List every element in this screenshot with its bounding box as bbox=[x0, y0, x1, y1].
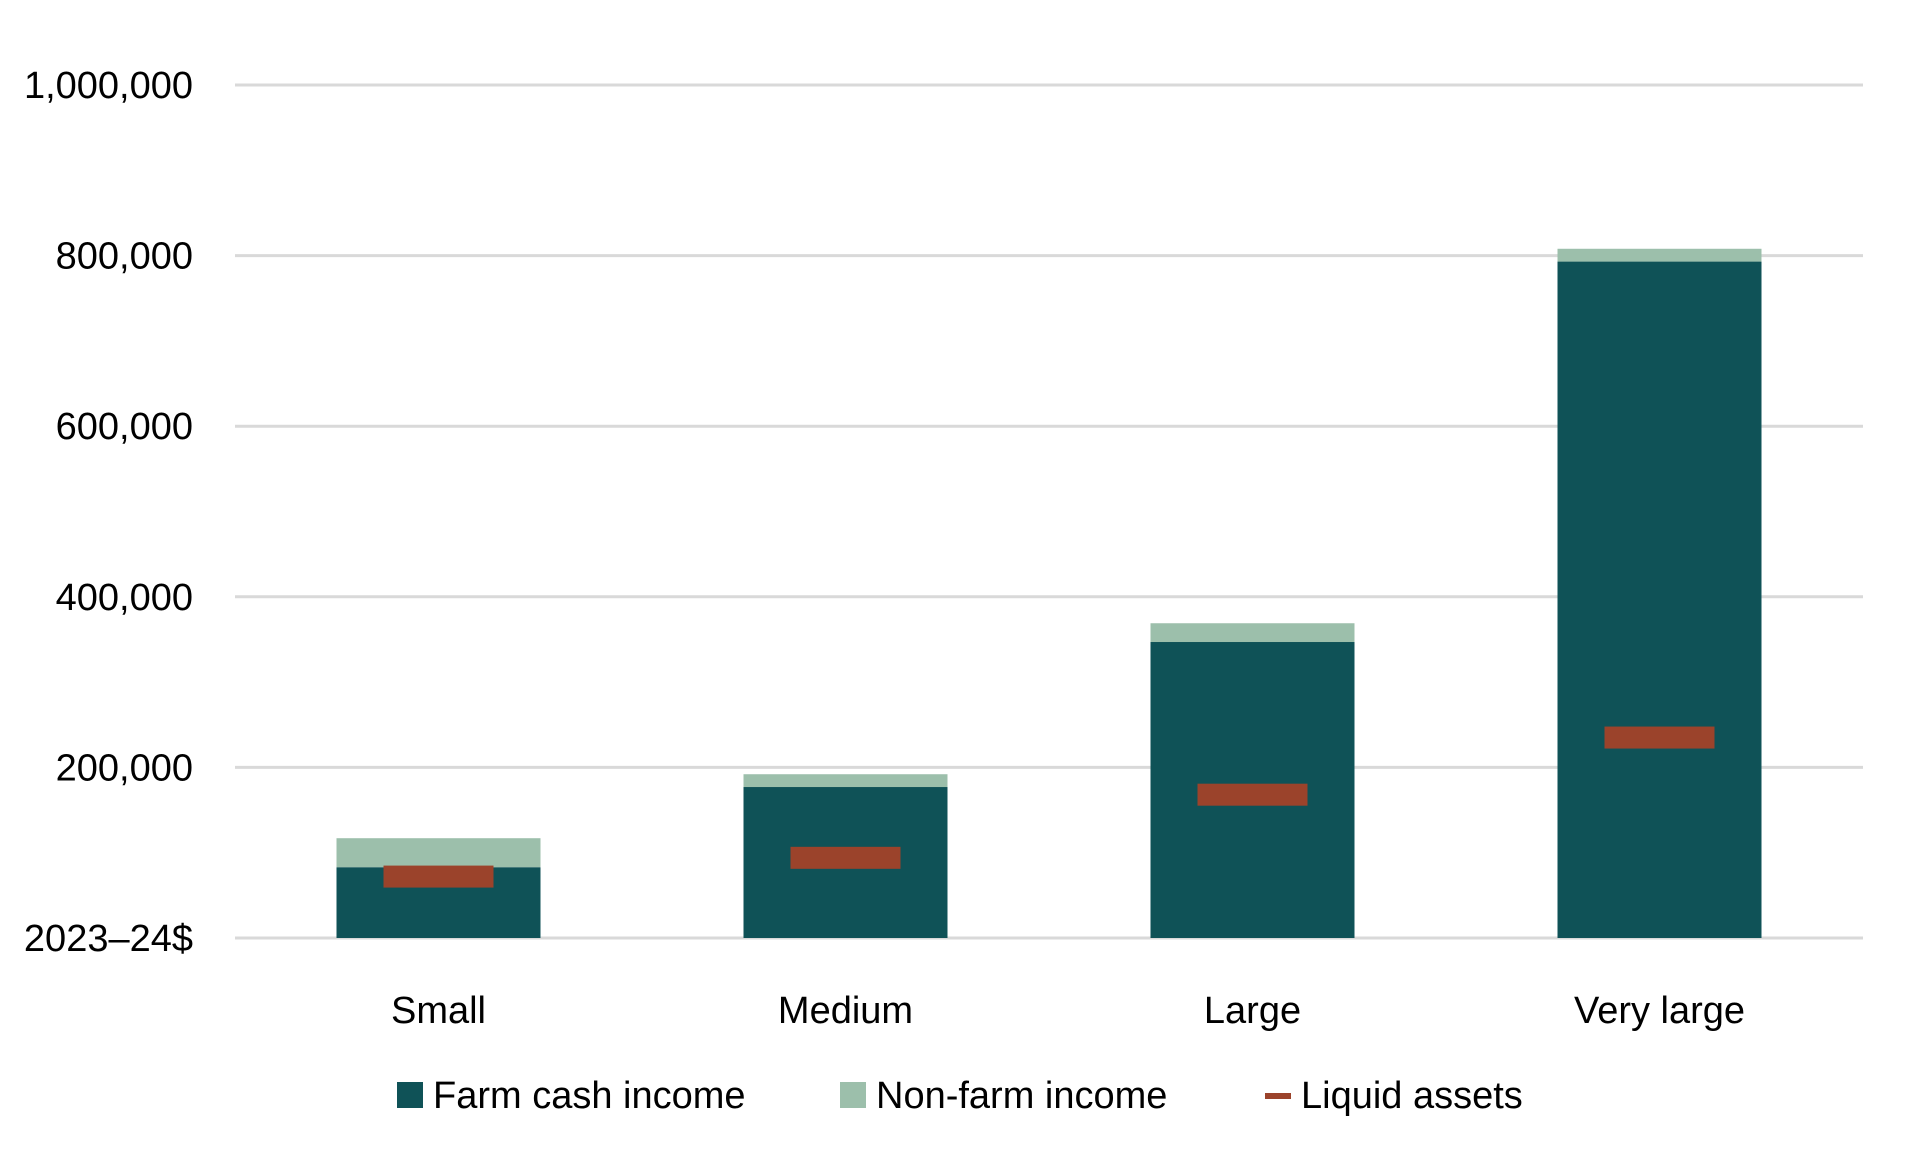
bar-farm-cash-income-very-large bbox=[1557, 261, 1762, 938]
bars bbox=[336, 248, 1762, 938]
y-tick-label: 800,000 bbox=[56, 236, 193, 278]
x-tick-label: Medium bbox=[778, 990, 913, 1032]
x-axis-tick-labels: Small Medium Large Very large bbox=[391, 990, 1745, 1032]
legend-swatch-non-farm-income bbox=[840, 1082, 866, 1108]
bar-non-farm-income-large bbox=[1150, 623, 1355, 643]
y-axis-tick-labels: 2023–24$ 200,000 400,000 600,000 800,000 1,00… bbox=[24, 65, 193, 960]
stacked-bar-chart: 2023–24$ 200,000 400,000 600,000 800,000 1,00… bbox=[24, 65, 1863, 1117]
legend-label-farm-cash-income: Farm cash income bbox=[433, 1075, 746, 1117]
bar-non-farm-income-medium bbox=[743, 774, 948, 788]
x-tick-label: Small bbox=[391, 990, 486, 1032]
legend-label-non-farm-income: Non-farm income bbox=[876, 1075, 1167, 1117]
y-tick-label: 2023–24$ bbox=[24, 918, 193, 960]
bar-non-farm-income-very-large bbox=[1557, 248, 1762, 262]
marker-liquid-assets-very-large bbox=[1604, 726, 1715, 749]
liquid-assets-markers bbox=[383, 726, 1715, 888]
legend-swatch-liquid-assets bbox=[1265, 1093, 1291, 1099]
y-tick-label: 600,000 bbox=[56, 406, 193, 448]
marker-liquid-assets-large bbox=[1197, 783, 1308, 806]
x-tick-label: Very large bbox=[1574, 990, 1745, 1032]
legend-swatch-farm-cash-income bbox=[397, 1082, 423, 1108]
bar-non-farm-income-small bbox=[336, 838, 541, 868]
legend-label-liquid-assets: Liquid assets bbox=[1301, 1075, 1523, 1117]
marker-liquid-assets-small bbox=[383, 865, 494, 888]
legend: Farm cash income Non-farm income Liquid … bbox=[397, 1075, 1523, 1117]
y-tick-label: 400,000 bbox=[56, 577, 193, 619]
marker-liquid-assets-medium bbox=[790, 846, 901, 869]
y-tick-label: 200,000 bbox=[56, 747, 193, 789]
y-tick-label: 1,000,000 bbox=[24, 65, 193, 107]
x-tick-label: Large bbox=[1204, 990, 1301, 1032]
